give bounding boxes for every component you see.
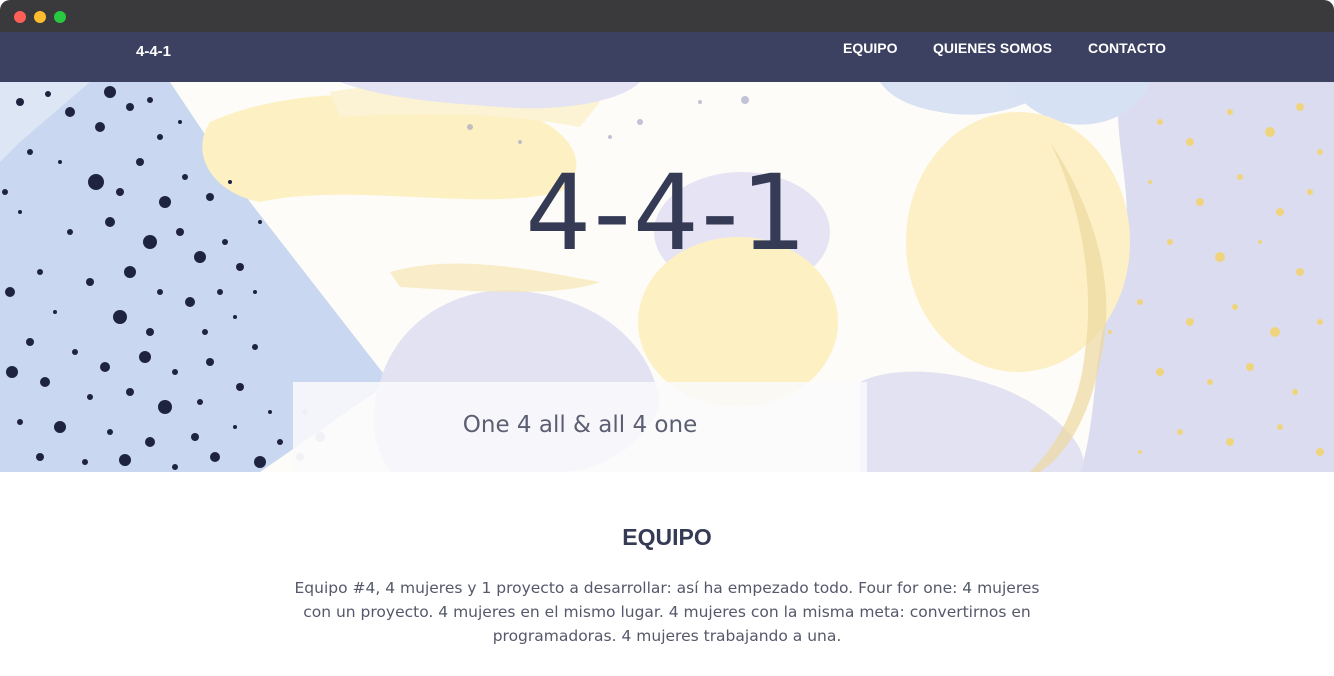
site-navbar: 4-4-1 EQUIPO QUIENES SOMOS CONTACTO bbox=[0, 32, 1334, 82]
maximize-window-button[interactable] bbox=[54, 11, 66, 23]
brand-logo-link[interactable]: 4-4-1 bbox=[136, 43, 171, 60]
close-window-button[interactable] bbox=[14, 11, 26, 23]
window-titlebar bbox=[0, 0, 1334, 32]
nav-link-contacto[interactable]: CONTACTO bbox=[1088, 40, 1166, 56]
section-description: Equipo #4, 4 mujeres y 1 proyecto a desa… bbox=[294, 579, 1040, 645]
hero-tagline: One 4 all & all 4 one bbox=[462, 412, 698, 438]
browser-window: 4-4-1 EQUIPO QUIENES SOMOS CONTACTO 4-4-… bbox=[0, 0, 1334, 676]
nav-link-quienes-somos[interactable]: QUIENES SOMOS bbox=[933, 40, 1052, 56]
hero-banner: 4-4-1 One 4 all & all 4 one bbox=[0, 82, 1334, 472]
nav-link-equipo[interactable]: EQUIPO bbox=[843, 40, 897, 56]
equipo-section: EQUIPO Equipo #4, 4 mujeres y 1 proyecto… bbox=[0, 472, 1334, 676]
hero-title: 4-4-1 bbox=[525, 152, 809, 274]
tagline-box: One 4 all & all 4 one bbox=[293, 382, 867, 472]
section-title: EQUIPO bbox=[622, 524, 712, 550]
minimize-window-button[interactable] bbox=[34, 11, 46, 23]
